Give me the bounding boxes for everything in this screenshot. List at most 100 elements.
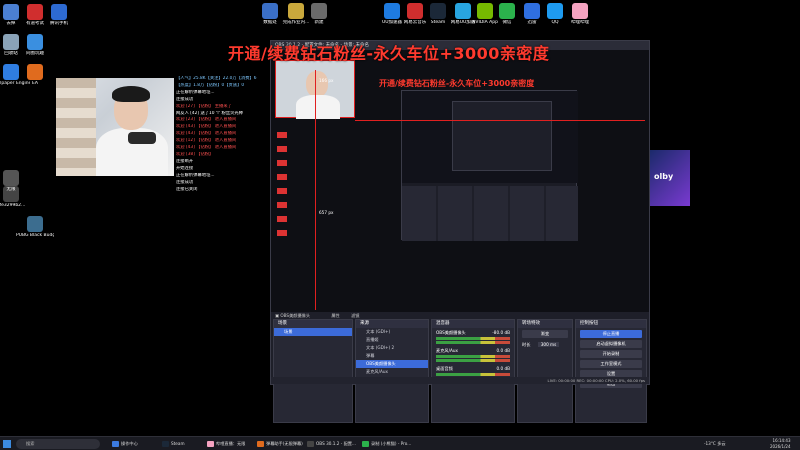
scene-item[interactable]: 场景 [274, 328, 352, 336]
transitions-title: 转场特效 [518, 320, 572, 328]
chat-line: 欢迎 [43] 【钻粉】 进入直播间 [176, 145, 237, 151]
app-icon [3, 170, 19, 186]
chat-line: 正在解析弹幕地址... [176, 89, 215, 95]
desktop-icon[interactable]: 无限 [0, 170, 30, 193]
obs-window[interactable]: OBS 30.1.2 - 配置文件: 未命名 - 场景: 未命名 开通/续费钻石… [270, 40, 650, 423]
desktop-icon[interactable]: 哔哩哔哩 [561, 3, 599, 26]
chat-line: 连接断开 [176, 158, 194, 164]
source-item[interactable]: 弹幕 [356, 352, 428, 360]
taskbar-item-label: OBS 30.1.2 - 配置... [316, 441, 356, 446]
taskbar-item[interactable]: 操作中心 [110, 439, 138, 449]
app-icon [27, 64, 43, 80]
clock[interactable]: 16:14:43 2026/1/24 [770, 438, 791, 450]
app-icon [27, 34, 43, 50]
taskbar-app-icon [307, 441, 314, 447]
chat-line: 正在解析弹幕地址... [176, 172, 215, 178]
filters-button[interactable]: 滤镜 [351, 313, 359, 318]
mixer-panel: 混音器 OBS美颜摄像头 -80.0 dB 麦克风/Aux 0.0 dB 桌面音频 0.0… [431, 319, 515, 423]
taskbar-item[interactable]: OBS 30.1.2 - 配置... [305, 439, 356, 449]
control-button[interactable]: 开始录制 [580, 350, 642, 358]
search-input[interactable]: 搜索 [16, 439, 100, 449]
properties-button[interactable]: 属性 [331, 313, 339, 318]
app-icon [262, 3, 278, 19]
source-item[interactable]: OBS美颜摄像头 [356, 360, 428, 368]
taskbar-item-label: 操作中心 [121, 441, 138, 446]
channel-name: 桌面音频 [436, 366, 453, 371]
taskbar-item[interactable]: Steam [160, 439, 185, 449]
sources-panel: 来源 文本 (GDI+) 直播姬 文本 (GDI+) 2 弹幕 OBS美颜摄像头 麦克风/… [355, 319, 429, 423]
desktop-icon[interactable]: 腾讯手机 [40, 4, 78, 27]
chat-line: 欢迎 [12] 【钻粉】 进入直播间 [176, 138, 237, 144]
clock-date: 2026/1/24 [770, 444, 791, 449]
transition-select[interactable]: 渐变 [522, 330, 568, 338]
nested-obs-preview [401, 90, 578, 241]
controls-title: 控制按钮 [576, 320, 646, 328]
camera-icon: ▣ [275, 313, 279, 318]
desktop-icon[interactable]: EA [16, 64, 54, 87]
desktop-icon[interactable]: 新建 [300, 3, 338, 26]
duration-label: 时长 [522, 342, 531, 347]
guide-line-vertical [315, 70, 316, 310]
preview-desktop-icons [277, 132, 287, 242]
chat-stats2: 【热度】1.8万【钻粉】0【贵族】0 [176, 82, 245, 88]
obs-status-bar: LIVE: 00:00:00 REC: 00:00:00 CPU: 2.0%, … [271, 377, 649, 384]
taskbar-item[interactable]: 弹幕助手(无限弹幕) [255, 439, 303, 449]
mixer-title: 混音器 [432, 320, 514, 328]
danmaku-chat: 【人气】25.8K【关注】22.0万【消费】6 【热度】1.8万【钻粉】0【贵族… [176, 76, 268, 193]
desktop-icon-label: PUBG Black Budget Pl... [16, 233, 54, 238]
obs-preview[interactable]: 开通/续费钻石粉丝-永久车位+3000亲密度 166 px 657 px [271, 50, 649, 312]
source-item[interactable]: 直播姬 [356, 336, 428, 344]
taskbar-item-label: 哔哩直播：无限 [216, 441, 246, 446]
controls-panel: 控制按钮 停止直播启动虚拟摄像机开始录制工作室模式设置退出 [575, 319, 647, 423]
chat-line: 欢迎 [43] 【钻粉】 进入直播间 [176, 124, 237, 130]
app-icon [311, 3, 327, 19]
channel-db: 0.0 dB [496, 366, 510, 371]
taskbar-app-icon [362, 441, 369, 447]
desktop-icon-label: 无限 [6, 187, 16, 192]
mixer-channel[interactable]: 麦克风/Aux 0.0 dB [432, 346, 514, 364]
mixer-channel[interactable]: OBS美颜摄像头 -80.0 dB [432, 328, 514, 346]
guide-line-horizontal [355, 120, 645, 121]
sources-title: 来源 [356, 320, 428, 328]
taskbar-app-icon [207, 441, 214, 447]
taskbar-item-label: 弹幕助手(无限弹幕) [266, 441, 303, 446]
scenes-panel: 场景 场景 [273, 319, 353, 423]
control-button[interactable]: 工作室模式 [580, 360, 642, 368]
volume-meter [436, 359, 510, 362]
source-item[interactable]: 文本 (GDI+) [356, 328, 428, 336]
control-button[interactable]: 停止直播 [580, 330, 642, 338]
chat-line: 连接成功 [176, 96, 194, 102]
figure-shelf [56, 78, 96, 176]
webcam-feed [56, 78, 174, 176]
control-button[interactable]: 启动虚拟摄像机 [580, 340, 642, 348]
source-item[interactable]: 文本 (GDI+) 2 [356, 344, 428, 352]
desktop-icon-label: 哔哩哔哩 [571, 20, 589, 25]
channel-name: 麦克风/Aux [436, 348, 458, 353]
windows-start-icon[interactable] [3, 440, 11, 448]
chat-line: 连接成功 [176, 179, 194, 185]
desktop-icon[interactable]: 同图玩趣 [16, 34, 54, 57]
taskbar-item[interactable]: 录制 (小熊猫) - Pro... [360, 439, 411, 449]
duration-input[interactable]: 300 ms [537, 342, 560, 347]
weather-widget[interactable]: -13°C 多云 [704, 439, 726, 449]
volume-meter [436, 341, 510, 344]
taskbar-app-icon [162, 441, 169, 447]
microphone [128, 132, 156, 144]
app-icon [51, 4, 67, 20]
chat-line: 开始连接 [176, 165, 194, 171]
nested-banner: 开通/续费钻石粉丝-永久车位+3000亲密度 [379, 79, 535, 88]
volume-meter [436, 373, 510, 376]
desktop-icon[interactable]: PUBG Black Budget Pl... [16, 216, 54, 239]
volume-meter [436, 337, 510, 340]
taskbar-item[interactable]: 哔哩直播：无限 [205, 439, 245, 449]
taskbar-app-icon [112, 441, 119, 447]
source-item[interactable]: 麦克风/Aux [356, 368, 428, 376]
chat-line: 网友人 [42] 送了10 个 粉丝荧光棒 [176, 110, 244, 116]
dolby-app-thumbnail[interactable]: olby [650, 150, 690, 206]
selected-source-label: OBS美颜摄像头 [280, 313, 311, 318]
taskbar: 搜索 操作中心 Steam 哔哩直播：无限 弹幕助手(无限弹幕) OBS 30.1.2 … [0, 436, 800, 450]
app-icon [27, 216, 43, 232]
chat-line: 欢迎 [38] 【钻粉】 [176, 151, 214, 157]
taskbar-app-icon [257, 441, 264, 447]
canvas-size-top: 166 px [319, 78, 334, 83]
